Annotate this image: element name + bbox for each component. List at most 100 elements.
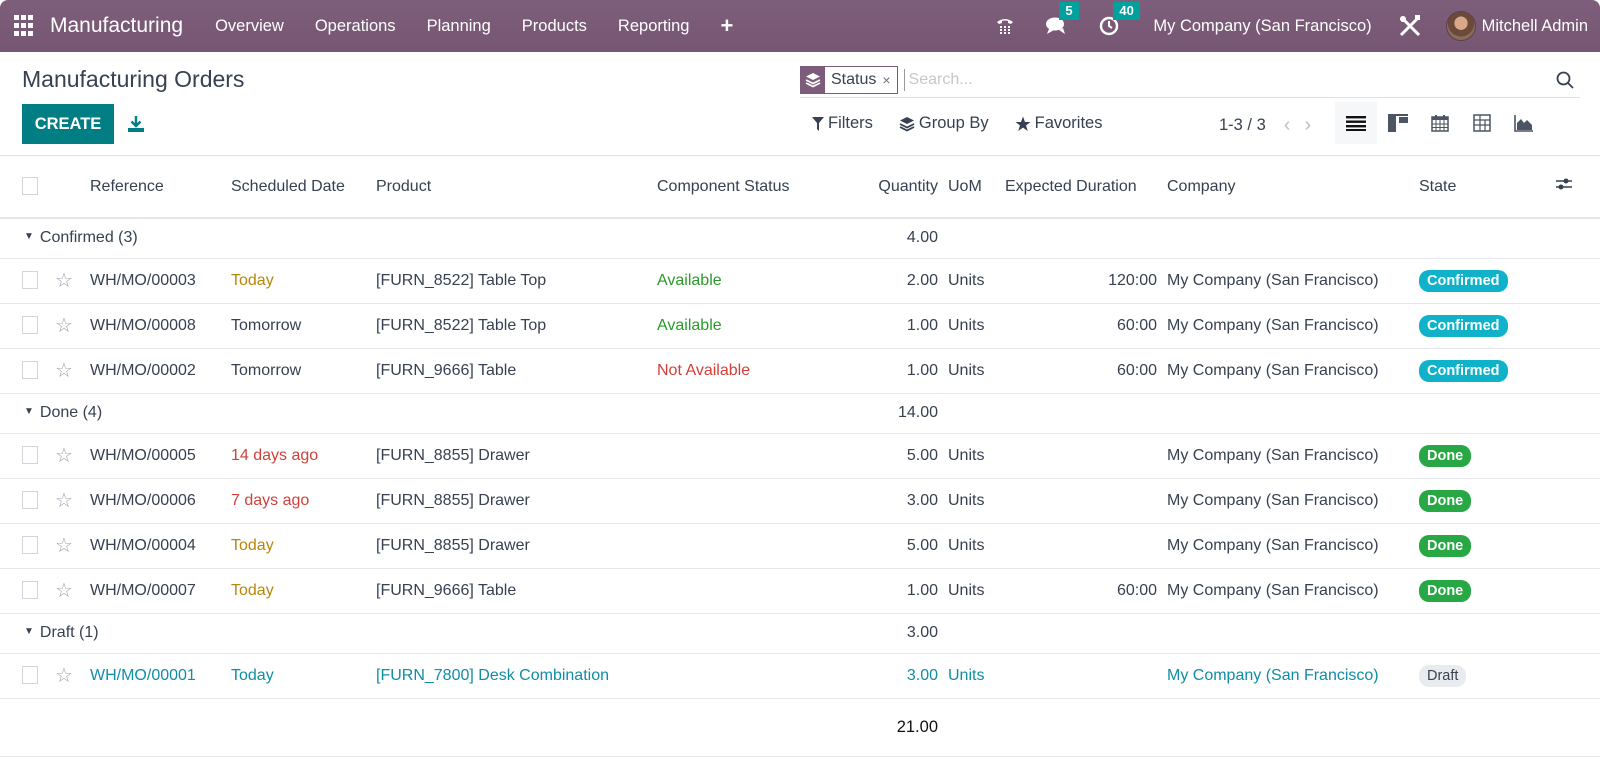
row-checkbox[interactable] xyxy=(22,271,38,290)
table-row[interactable]: ☆ WH/MO/00003 Today [FURN_8522] Table To… xyxy=(0,258,1600,304)
filters-dropdown[interactable]: Filters xyxy=(812,114,873,133)
row-checkbox[interactable] xyxy=(22,491,38,510)
pager-value[interactable]: 1-3 / 3 xyxy=(1219,116,1266,135)
priority-star-icon[interactable]: ☆ xyxy=(55,270,73,292)
column-header-expected-duration[interactable]: Expected Duration xyxy=(995,156,1165,219)
cell-company: My Company (San Francisco) xyxy=(1165,433,1417,479)
create-button[interactable]: CREATE xyxy=(22,104,114,144)
priority-star-icon[interactable]: ☆ xyxy=(55,360,73,382)
control-panel: Manufacturing Orders CREATE Status × Fil… xyxy=(0,52,1600,156)
column-header-reference[interactable]: Reference xyxy=(90,156,227,219)
table-row[interactable]: ☆ WH/MO/00004 Today [FURN_8855] Drawer 5… xyxy=(0,523,1600,569)
cell-product: [FURN_8855] Drawer xyxy=(372,523,653,569)
cell-scheduled-date: Today xyxy=(227,568,372,614)
table-row[interactable]: ☆ WH/MO/00001 Today [FURN_7800] Desk Com… xyxy=(0,653,1600,699)
systray: 5 40 My Company (San Francisco) Mitchell… xyxy=(995,0,1600,52)
column-header-scheduled-date[interactable]: Scheduled Date xyxy=(227,156,372,219)
cell-scheduled-date: Tomorrow xyxy=(227,348,372,394)
group-by-dropdown[interactable]: Group By xyxy=(899,114,989,133)
table-row[interactable]: ☆ WH/MO/00006 7 days ago [FURN_8855] Dra… xyxy=(0,478,1600,524)
app-menu-icon[interactable] xyxy=(14,15,36,37)
pager-previous-icon[interactable]: ‹ xyxy=(1284,114,1291,137)
graph-view-icon[interactable] xyxy=(1503,102,1545,144)
menu-overview[interactable]: Overview xyxy=(215,17,284,36)
cell-state: Confirmed xyxy=(1417,303,1527,349)
group-label: Confirmed (3) xyxy=(39,229,138,247)
user-menu[interactable]: Mitchell Admin xyxy=(1445,11,1588,41)
column-header-quantity[interactable]: Quantity xyxy=(833,156,938,219)
cell-expected-duration xyxy=(995,523,1165,569)
calendar-view-icon[interactable] xyxy=(1419,102,1461,144)
group-total-quantity: 14.00 xyxy=(833,393,938,434)
debug-tools-icon[interactable] xyxy=(1398,14,1422,38)
table-row[interactable]: ☆ WH/MO/00002 Tomorrow [FURN_9666] Table… xyxy=(0,348,1600,394)
priority-star-icon[interactable]: ☆ xyxy=(55,445,73,467)
kanban-view-icon[interactable] xyxy=(1377,102,1419,144)
table-row[interactable]: ☆ WH/MO/00005 14 days ago [FURN_8855] Dr… xyxy=(0,433,1600,479)
messaging-icon[interactable]: 5 xyxy=(1045,2,1079,36)
cell-quantity: 1.00 xyxy=(833,348,938,394)
export-download-icon[interactable] xyxy=(124,112,148,136)
column-header-component-status[interactable]: Component Status xyxy=(653,156,833,219)
cell-component-status xyxy=(653,523,833,569)
search-input[interactable] xyxy=(903,68,1550,91)
cell-quantity: 1.00 xyxy=(833,303,938,349)
activities-clock-icon[interactable]: 40 xyxy=(1099,2,1140,36)
table-header-row: Reference Scheduled Date Product Compone… xyxy=(0,156,1600,219)
row-checkbox[interactable] xyxy=(22,666,38,685)
column-header-product[interactable]: Product xyxy=(372,156,653,219)
group-row[interactable]: ▼ Done (4) 14.00 xyxy=(0,393,1600,434)
priority-star-icon[interactable]: ☆ xyxy=(55,535,73,557)
cell-quantity: 5.00 xyxy=(833,523,938,569)
table-row[interactable]: ☆ WH/MO/00007 Today [FURN_9666] Table 1.… xyxy=(0,568,1600,614)
column-header-state[interactable]: State xyxy=(1417,156,1527,219)
facet-label: Status xyxy=(831,70,877,88)
cell-quantity: 2.00 xyxy=(833,258,938,304)
priority-star-icon[interactable]: ☆ xyxy=(55,665,73,687)
cell-expected-duration: 60:00 xyxy=(995,348,1165,394)
pager-next-icon[interactable]: › xyxy=(1304,114,1311,137)
cell-quantity: 1.00 xyxy=(833,568,938,614)
filter-funnel-icon xyxy=(812,116,824,131)
voip-phone-icon[interactable] xyxy=(995,16,1015,36)
menu-operations[interactable]: Operations xyxy=(315,17,396,36)
priority-star-icon[interactable]: ☆ xyxy=(55,580,73,602)
list-view-icon[interactable] xyxy=(1335,102,1377,144)
search-bar: Status × xyxy=(800,62,1580,98)
priority-star-icon[interactable]: ☆ xyxy=(55,490,73,512)
company-switcher[interactable]: My Company (San Francisco) xyxy=(1153,17,1371,36)
column-header-company[interactable]: Company xyxy=(1165,156,1417,219)
table-row[interactable]: ☆ WH/MO/00008 Tomorrow [FURN_8522] Table… xyxy=(0,303,1600,349)
cell-expected-duration: 120:00 xyxy=(995,258,1165,304)
favorites-dropdown[interactable]: Favorites xyxy=(1015,114,1103,133)
priority-star-icon[interactable]: ☆ xyxy=(55,315,73,337)
row-checkbox[interactable] xyxy=(22,316,38,335)
menu-planning[interactable]: Planning xyxy=(427,17,491,36)
cell-reference: WH/MO/00005 xyxy=(90,433,227,479)
cell-uom: Units xyxy=(938,523,995,569)
search-icon[interactable] xyxy=(1550,65,1580,95)
state-badge: Confirmed xyxy=(1419,359,1508,382)
row-checkbox[interactable] xyxy=(22,446,38,465)
column-header-uom[interactable]: UoM xyxy=(938,156,995,219)
group-row[interactable]: ▼ Confirmed (3) 4.00 xyxy=(0,218,1600,259)
row-checkbox[interactable] xyxy=(22,581,38,600)
optional-columns-toggle-icon[interactable] xyxy=(1527,156,1600,219)
cell-company: My Company (San Francisco) xyxy=(1165,303,1417,349)
favorites-label: Favorites xyxy=(1034,114,1103,132)
cell-scheduled-date: Tomorrow xyxy=(227,303,372,349)
state-badge: Done xyxy=(1419,489,1472,512)
facet-remove-icon[interactable]: × xyxy=(882,72,890,88)
pivot-view-icon[interactable] xyxy=(1461,102,1503,144)
select-all-checkbox[interactable] xyxy=(22,177,38,196)
add-menu-plus-icon[interactable]: + xyxy=(720,13,733,39)
menu-reporting[interactable]: Reporting xyxy=(618,17,690,36)
group-row[interactable]: ▼ Draft (1) 3.00 xyxy=(0,613,1600,654)
grand-total-quantity: 21.00 xyxy=(833,698,938,757)
cell-reference: WH/MO/00003 xyxy=(90,258,227,304)
menu-products[interactable]: Products xyxy=(522,17,587,36)
row-checkbox[interactable] xyxy=(22,361,38,380)
search-facet-status[interactable]: Status × xyxy=(800,65,898,94)
row-checkbox[interactable] xyxy=(22,536,38,555)
app-brand[interactable]: Manufacturing xyxy=(50,14,183,38)
